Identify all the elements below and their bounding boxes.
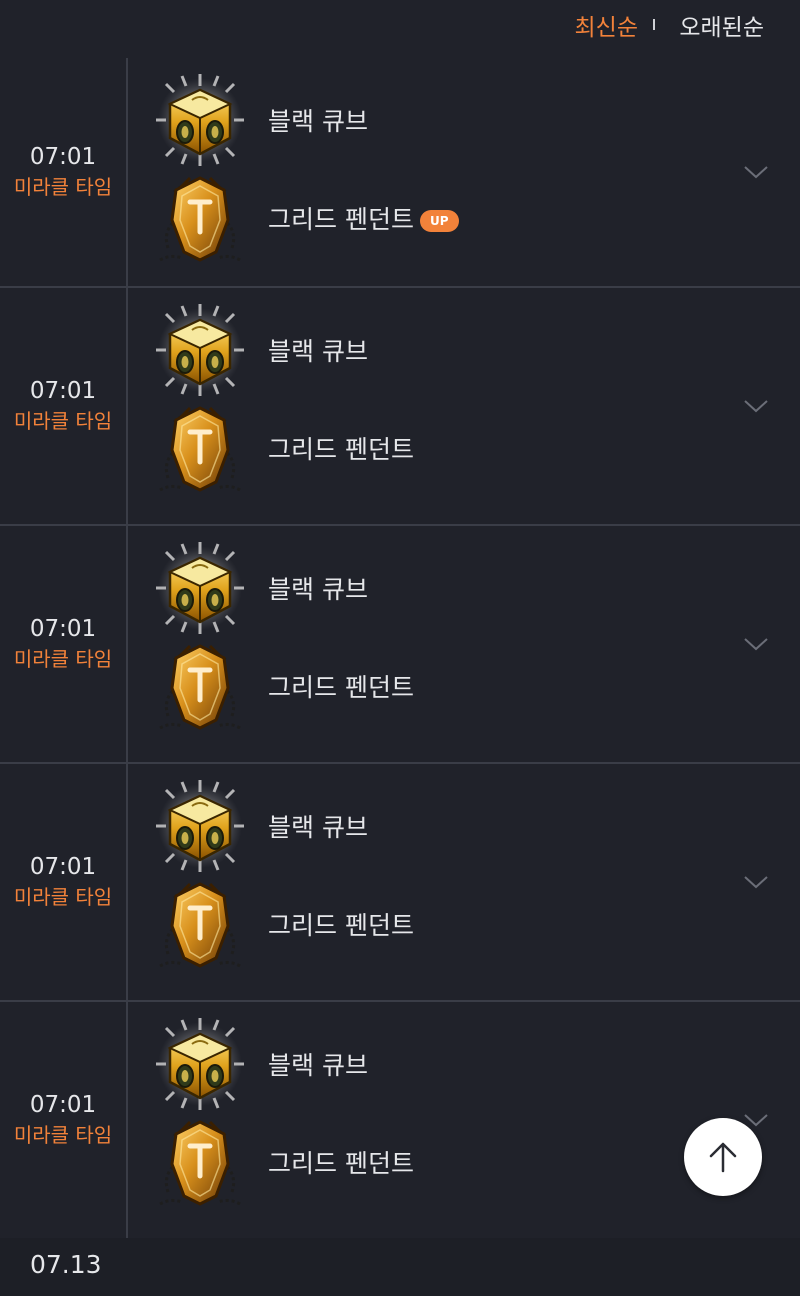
- greed-pendant-icon: [150, 168, 250, 268]
- date-label: 07.13: [30, 1250, 102, 1279]
- item-name: 그리드 펜던트: [268, 668, 414, 704]
- entry-items: 블랙 큐브그리드 펜던트: [150, 1002, 800, 1238]
- item-name: 블랙 큐브: [268, 570, 368, 606]
- arrow-up-icon: [709, 1142, 737, 1173]
- black-cube-icon: [154, 778, 246, 874]
- item-name: 그리드 펜던트: [268, 1144, 414, 1180]
- black-cube-icon: [154, 1016, 246, 1112]
- entry-items: 블랙 큐브그리드 펜던트 UP: [150, 58, 800, 286]
- chevron-down-icon[interactable]: [742, 634, 770, 654]
- entry-event: 미라클 타임: [13, 1123, 113, 1147]
- time-column: 07:01 미라클 타임: [0, 58, 128, 286]
- greed-pendant-icon: [150, 1112, 250, 1212]
- greed-pendant-icon: [150, 398, 250, 498]
- item-name: 그리드 펜던트: [268, 430, 414, 466]
- item-name-text: 그리드 펜던트: [268, 205, 414, 234]
- sort-newest-button[interactable]: 최신순: [575, 8, 638, 42]
- history-row[interactable]: 07:01 미라클 타임 블랙 큐브그리드 펜던트: [0, 288, 800, 526]
- reward-item: 그리드 펜던트 UP: [150, 168, 459, 268]
- reward-item: 블랙 큐브: [150, 538, 368, 638]
- reward-item: 블랙 큐브: [150, 300, 368, 400]
- item-name-text: 그리드 펜던트: [268, 1149, 414, 1178]
- greed-pendant-icon: [150, 636, 250, 736]
- entry-time: 07:01: [29, 854, 97, 880]
- chevron-down-icon[interactable]: [742, 162, 770, 182]
- item-name-text: 블랙 큐브: [268, 107, 368, 136]
- item-name: 블랙 큐브: [268, 808, 368, 844]
- sort-oldest-button[interactable]: 오래된순: [679, 8, 764, 42]
- item-name: 블랙 큐브: [268, 1046, 368, 1082]
- reward-item: 그리드 펜던트: [150, 398, 414, 498]
- entry-time: 07:01: [29, 1092, 97, 1118]
- up-badge: UP: [419, 210, 459, 232]
- time-column: 07:01 미라클 타임: [0, 1002, 128, 1238]
- reward-item: 그리드 펜던트: [150, 1112, 414, 1212]
- item-name: 블랙 큐브: [268, 332, 368, 368]
- item-name-text: 그리드 펜던트: [268, 435, 414, 464]
- chevron-down-icon[interactable]: [742, 396, 770, 416]
- history-row[interactable]: 07:01 미라클 타임 블랙 큐브그리드 펜던트: [0, 1002, 800, 1240]
- reward-item: 그리드 펜던트: [150, 636, 414, 736]
- item-name-text: 그리드 펜던트: [268, 673, 414, 702]
- sort-bar: 최신순 오래된순: [0, 0, 800, 50]
- item-name-text: 블랙 큐브: [268, 337, 368, 366]
- item-name: 블랙 큐브: [268, 102, 368, 138]
- entry-items: 블랙 큐브그리드 펜던트: [150, 526, 800, 762]
- time-column: 07:01 미라클 타임: [0, 526, 128, 762]
- chevron-down-icon[interactable]: [742, 872, 770, 892]
- date-header: 07.13: [0, 1238, 800, 1296]
- entry-event: 미라클 타임: [13, 885, 113, 909]
- entry-event: 미라클 타임: [13, 175, 113, 199]
- history-list: 07:01 미라클 타임 블랙 큐브 그리드 펜던트 UP 07:01 미라클 타임 블랙 큐…: [0, 58, 800, 1240]
- reward-item: 그리드 펜던트: [150, 874, 414, 974]
- item-name-text: 블랙 큐브: [268, 1051, 368, 1080]
- scroll-to-top-button[interactable]: [684, 1118, 762, 1196]
- reward-item: 블랙 큐브: [150, 70, 368, 170]
- black-cube-icon: [154, 302, 246, 398]
- entry-time: 07:01: [29, 378, 97, 404]
- history-row[interactable]: 07:01 미라클 타임 블랙 큐브그리드 펜던트 UP: [0, 58, 800, 288]
- entry-event: 미라클 타임: [13, 647, 113, 671]
- history-row[interactable]: 07:01 미라클 타임 블랙 큐브그리드 펜던트: [0, 526, 800, 764]
- black-cube-icon: [154, 540, 246, 636]
- item-name-text: 블랙 큐브: [268, 813, 368, 842]
- entry-event: 미라클 타임: [13, 409, 113, 433]
- greed-pendant-icon: [150, 874, 250, 974]
- time-column: 07:01 미라클 타임: [0, 288, 128, 524]
- item-name-text: 그리드 펜던트: [268, 911, 414, 940]
- history-row[interactable]: 07:01 미라클 타임 블랙 큐브그리드 펜던트: [0, 764, 800, 1002]
- entry-items: 블랙 큐브그리드 펜던트: [150, 288, 800, 524]
- reward-item: 블랙 큐브: [150, 776, 368, 876]
- entry-time: 07:01: [29, 144, 97, 170]
- item-name: 그리드 펜던트: [268, 906, 414, 942]
- item-name-text: 블랙 큐브: [268, 575, 368, 604]
- sort-divider: [653, 19, 655, 30]
- entry-time: 07:01: [29, 616, 97, 642]
- reward-item: 블랙 큐브: [150, 1014, 368, 1114]
- entry-items: 블랙 큐브그리드 펜던트: [150, 764, 800, 1000]
- black-cube-icon: [154, 72, 246, 168]
- time-column: 07:01 미라클 타임: [0, 764, 128, 1000]
- item-name: 그리드 펜던트 UP: [268, 200, 459, 236]
